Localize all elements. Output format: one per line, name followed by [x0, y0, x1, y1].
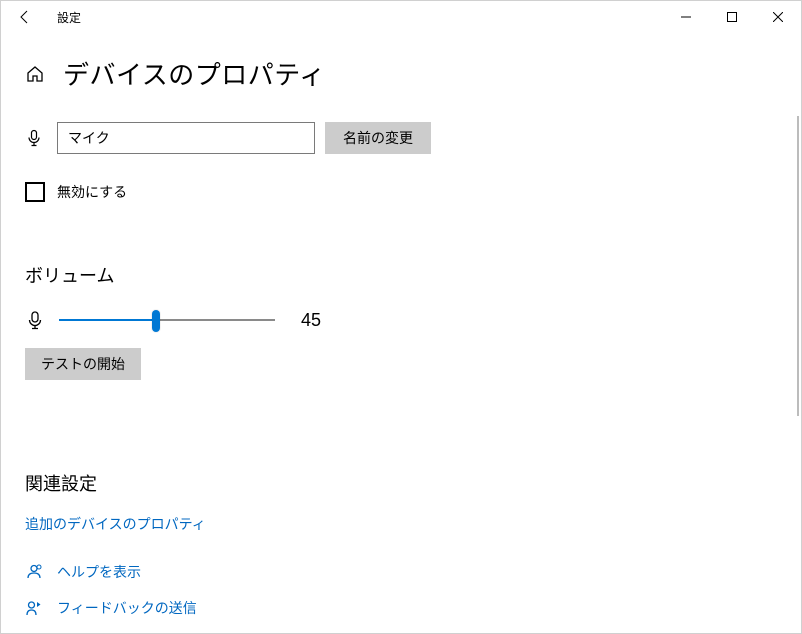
minimize-button[interactable] — [663, 1, 709, 33]
home-icon[interactable] — [25, 64, 45, 84]
maximize-button[interactable] — [709, 1, 755, 33]
test-button[interactable]: テストの開始 — [25, 348, 141, 380]
page-header: デバイスのプロパティ — [25, 55, 801, 92]
microphone-icon — [25, 129, 43, 147]
feedback-row[interactable]: フィードバックの送信 — [25, 598, 761, 618]
volume-heading: ボリューム — [25, 262, 761, 288]
window-controls — [663, 1, 801, 33]
device-name-row: 名前の変更 — [25, 122, 761, 154]
scrollbar[interactable] — [797, 116, 799, 416]
volume-value: 45 — [301, 310, 321, 331]
disable-checkbox[interactable] — [25, 182, 45, 202]
back-button[interactable] — [9, 1, 41, 33]
related-heading: 関連設定 — [25, 470, 761, 496]
microphone-icon — [25, 310, 45, 330]
slider-track-fill — [59, 319, 156, 321]
help-icon — [25, 563, 43, 581]
volume-row: 45 — [25, 308, 761, 332]
device-name-input[interactable] — [57, 122, 315, 154]
rename-button[interactable]: 名前の変更 — [325, 122, 431, 154]
page-title: デバイスのプロパティ — [63, 55, 326, 92]
disable-row[interactable]: 無効にする — [25, 182, 761, 202]
close-button[interactable] — [755, 1, 801, 33]
help-link[interactable]: ヘルプを表示 — [57, 562, 141, 582]
volume-slider[interactable] — [59, 308, 275, 332]
feedback-link[interactable]: フィードバックの送信 — [57, 598, 197, 618]
disable-label: 無効にする — [57, 182, 127, 202]
content-area: 名前の変更 無効にする ボリューム 45 テストの開始 関連設定 追加のデバイス… — [1, 122, 761, 618]
slider-thumb[interactable] — [152, 310, 160, 332]
settings-window: 設定 デバイスのプロパティ 名前の変更 無効にする — [0, 0, 802, 634]
additional-device-properties-link[interactable]: 追加のデバイスのプロパティ — [25, 516, 206, 532]
app-title: 設定 — [57, 9, 81, 26]
help-row[interactable]: ヘルプを表示 — [25, 562, 761, 582]
feedback-icon — [25, 599, 43, 617]
